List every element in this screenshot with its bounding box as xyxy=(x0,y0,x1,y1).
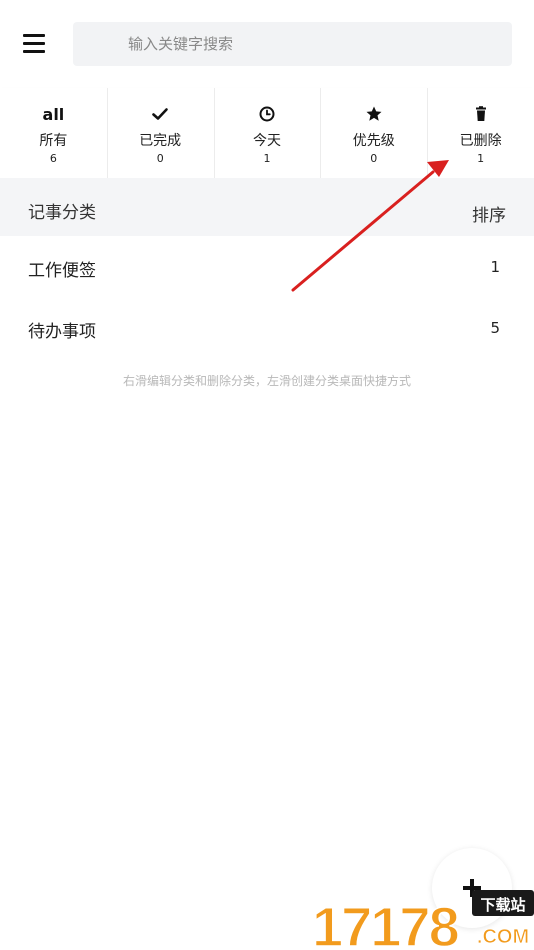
category-count: 1 xyxy=(490,258,500,276)
section-title: 记事分类 xyxy=(28,203,96,223)
filter-priority[interactable]: 优先级 0 xyxy=(320,88,427,178)
filter-deleted[interactable]: 已删除 1 xyxy=(427,88,534,178)
sort-button[interactable]: 排序 xyxy=(472,201,506,226)
trash-icon xyxy=(427,100,534,128)
watermark-logo: 17178 下载站 .COM xyxy=(311,890,534,950)
all-icon: all xyxy=(42,104,65,124)
check-icon xyxy=(107,100,214,128)
category-name: 工作便签 xyxy=(28,261,96,281)
filter-bar: all 所有 6 已完成 0 今天 1 优先级 0 已删除 1 xyxy=(0,88,534,178)
menu-icon[interactable] xyxy=(23,34,45,56)
filter-count: 6 xyxy=(49,152,57,165)
category-section-header: 记事分类 排序 xyxy=(0,178,534,236)
filter-label: 今天 xyxy=(252,133,281,149)
category-name: 待办事项 xyxy=(28,322,96,342)
svg-text:下载站: 下载站 xyxy=(480,896,525,914)
filter-completed[interactable]: 已完成 0 xyxy=(106,88,214,178)
category-count: 5 xyxy=(490,319,500,337)
filter-count: 0 xyxy=(370,152,378,165)
svg-text:.COM: .COM xyxy=(477,926,529,948)
category-list: 工作便签 1 待办事项 5 xyxy=(0,236,534,358)
filter-label: 已删除 xyxy=(459,133,502,149)
star-icon xyxy=(320,100,427,128)
filter-today[interactable]: 今天 1 xyxy=(213,88,321,178)
filter-label: 已完成 xyxy=(139,133,182,149)
top-bar xyxy=(0,0,534,88)
filter-count: 0 xyxy=(156,152,164,165)
filter-label: 所有 xyxy=(39,133,68,149)
filter-label: 优先级 xyxy=(352,133,395,149)
swipe-hint: 右滑编辑分类和删除分类，左滑创建分类桌面快捷方式 xyxy=(122,374,411,388)
filter-count: 1 xyxy=(477,152,485,165)
filter-all[interactable]: all 所有 6 xyxy=(0,88,107,178)
clock-icon xyxy=(214,100,321,128)
category-row[interactable]: 待办事项 5 xyxy=(0,297,534,358)
category-row[interactable]: 工作便签 1 xyxy=(0,236,534,297)
filter-count: 1 xyxy=(263,152,271,165)
svg-text:17178: 17178 xyxy=(312,895,459,950)
search-input[interactable] xyxy=(73,22,512,66)
